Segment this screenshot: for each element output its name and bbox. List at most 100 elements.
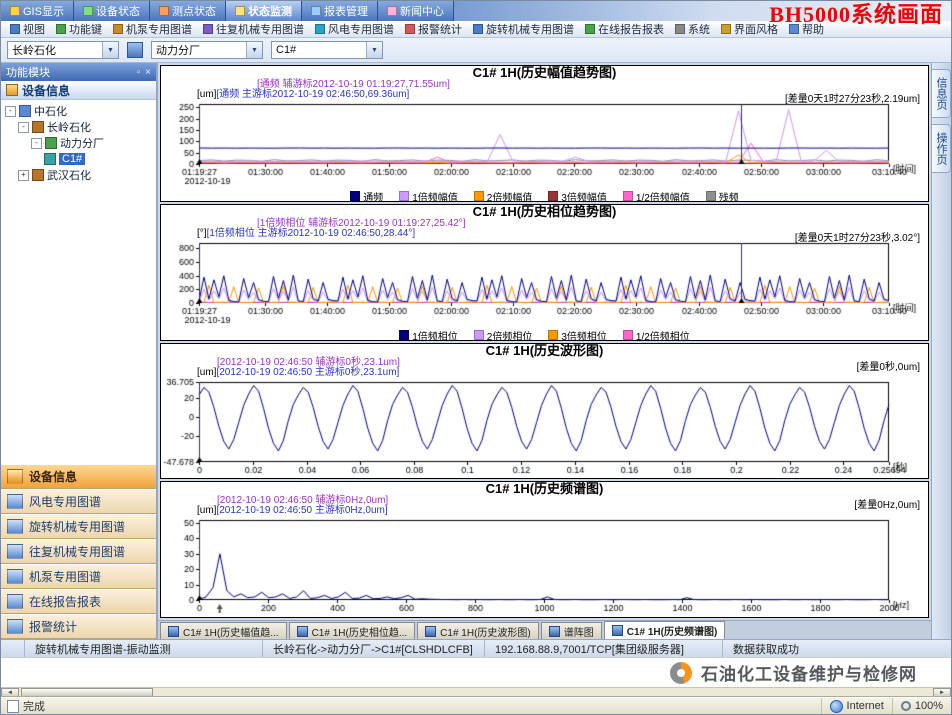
top-tab-状态监测[interactable]: 状态监测 [226, 1, 302, 21]
collapse-icon[interactable]: - [31, 138, 42, 149]
sidebar-button-icon [7, 594, 23, 609]
tree-item-武汉石化[interactable]: +武汉石化 [5, 167, 156, 183]
sidebar-button-label: 往复机械专用图谱 [29, 543, 125, 560]
chart-panel-waveform: C1# 1H(历史波形图)[2012-10-19 02:46:50 辅游标0秒,… [160, 343, 929, 480]
phase-trend-plot[interactable] [161, 239, 929, 329]
collapse-icon[interactable]: - [5, 106, 16, 117]
watermark-strip: 石油化工设备维护与检修网 [1, 657, 951, 687]
menu-item-label: 系统 [688, 21, 710, 37]
combo-select-长岭石化[interactable]: 长岭石化▼ [7, 41, 119, 59]
menu-item-系统[interactable]: 系统 [670, 21, 715, 37]
top-tab-GIS显示[interactable]: GIS显示 [1, 1, 74, 21]
chart-tab-icon [297, 626, 308, 637]
sidebar-button-机泵专用图谱[interactable]: 机泵专用图谱 [1, 564, 156, 589]
menu-item-label: 旋转机械专用图谱 [486, 21, 574, 37]
menu-item-在线报告报表[interactable]: 在线报告报表 [580, 21, 669, 37]
system-banner-title: BH5000系统画面 [769, 2, 943, 28]
zoom-icon [901, 701, 911, 711]
tree-node-icon [44, 153, 56, 165]
chart-column: C1# 1H(历史幅值趋势图)[通频 辅游标2012-10-19 01:19:2… [158, 63, 931, 639]
chevron-down-icon[interactable]: ▼ [366, 42, 382, 58]
combo-select-动力分厂[interactable]: 动力分厂 ▼ [151, 41, 263, 59]
legend-swatch [399, 330, 409, 340]
chevron-down-icon[interactable]: ▼ [102, 42, 118, 58]
tree-item-C1#[interactable]: C1# [5, 151, 156, 167]
menu-item-icon [721, 24, 731, 34]
top-tab-新闻中心[interactable]: 新闻中心 [378, 1, 454, 21]
legend-label: 3倍频幅值 [561, 193, 607, 202]
scrollbar-track[interactable] [153, 688, 933, 697]
status-segment-4: 数据获取成功 [723, 640, 951, 657]
tree-item-中石化[interactable]: - 中石化 [5, 103, 156, 119]
top-tab-label: 状态监测 [248, 3, 292, 19]
menu-item-往复机械专用图谱[interactable]: 往复机械专用图谱 [198, 21, 309, 37]
menu-item-报警统计[interactable]: 报警统计 [400, 21, 467, 37]
chart-panel-phase-trend: C1# 1H(历史相位趋势图)[1倍频相位 辅游标2012-10-19 01:1… [160, 204, 929, 341]
toolbar-icon [127, 42, 143, 58]
menu-item-label: 功能键 [69, 21, 102, 37]
scrollbar-thumb[interactable] [21, 688, 153, 697]
bottom-tab-C1# 1H(历史频谱图)[interactable]: C1# 1H(历史频谱图) [604, 621, 726, 639]
legend-swatch [399, 191, 409, 201]
top-tab-报表管理[interactable]: 报表管理 [302, 1, 378, 21]
scroll-right-icon[interactable]: ► [933, 688, 951, 697]
tree-item-长岭石化[interactable]: - 长岭石化 [5, 119, 156, 135]
top-tab-label: 报表管理 [324, 3, 368, 19]
side-tab-信息页[interactable]: 信息页 [932, 69, 951, 118]
legend-label: 通频 [363, 193, 383, 202]
menu-item-风电专用图谱[interactable]: 风电专用图谱 [310, 21, 399, 37]
sidebar-button-在线报告报表[interactable]: 在线报告报表 [1, 589, 156, 614]
top-tab-设备状态[interactable]: 设备状态 [74, 1, 150, 21]
bottom-tab-C1# 1H(历史波形图)[interactable]: C1# 1H(历史波形图) [417, 622, 539, 639]
menu-item-label: 报警统计 [418, 21, 462, 37]
chart-title-waveform: C1# 1H(历史波形图) [161, 344, 928, 358]
top-tab-label: GIS显示 [23, 3, 64, 19]
expand-icon[interactable]: + [18, 170, 29, 181]
combo-value: C1# [276, 44, 296, 56]
browser-zoom-cell[interactable]: 100% [892, 698, 951, 714]
y-axis-unit-label: [um] [197, 367, 216, 378]
bottom-tab-C1# 1H(历史相位趋...[interactable]: C1# 1H(历史相位趋... [289, 622, 416, 639]
chevron-down-icon[interactable]: ▼ [246, 42, 262, 58]
top-tab-测点状态[interactable]: 测点状态 [150, 1, 226, 21]
horizontal-scrollbar[interactable]: ◄ ► [1, 687, 951, 697]
bottom-tab-谱阵图[interactable]: 谱阵图 [541, 622, 602, 639]
function-module-panel: 功能模块 ▫ × 设备信息 -中石化-长岭石化-动力分厂C1#+武汉石化 设备信… [1, 63, 158, 639]
combo-select-C1#[interactable]: C1# ▼ [271, 41, 383, 59]
side-tab-操作页[interactable]: 操作页 [932, 124, 951, 173]
sidebar-button-报警统计[interactable]: 报警统计 [1, 614, 156, 639]
tree-node-label: 长岭石化 [47, 119, 91, 135]
sidebar-button-设备信息[interactable]: 设备信息 [1, 464, 156, 489]
device-info-icon [6, 84, 18, 96]
pin-icon[interactable]: ▫ [137, 67, 141, 78]
sidebar-button-icon [7, 619, 23, 634]
sidebar-button-往复机械专用图谱[interactable]: 往复机械专用图谱 [1, 539, 156, 564]
legend-swatch [623, 330, 633, 340]
sidebar-button-风电专用图谱[interactable]: 风电专用图谱 [1, 489, 156, 514]
combo-value: 动力分厂 [156, 42, 200, 58]
menu-item-机泵专用图谱[interactable]: 机泵专用图谱 [108, 21, 197, 37]
menu-item-旋转机械专用图谱[interactable]: 旋转机械专用图谱 [468, 21, 579, 37]
menu-item-功能键[interactable]: 功能键 [51, 21, 107, 37]
main-cursor-text: [2012-10-19 02:46:50 主游标0Hz,0um] [216, 505, 387, 516]
top-tabs-container: GIS显示设备状态测点状态 状态监测 报表管理新闻中心 [1, 1, 454, 21]
tree-item-动力分厂[interactable]: - 动力分厂 [5, 135, 156, 151]
sidebar-button-旋转机械专用图谱[interactable]: 旋转机械专用图谱 [1, 514, 156, 539]
menu-item-icon [315, 24, 325, 34]
menu-item-icon [585, 24, 595, 34]
menu-item-label: 机泵专用图谱 [126, 21, 192, 37]
spectrum-plot[interactable] [161, 516, 929, 618]
legend-label: 2倍频幅值 [487, 193, 533, 202]
legend-item-1/2倍频相位: 1/2倍频相位 [623, 328, 690, 341]
close-icon[interactable]: × [145, 67, 151, 78]
menu-item-视图[interactable]: 视图 [5, 21, 50, 37]
internet-globe-icon [830, 700, 843, 713]
collapse-icon[interactable]: - [18, 122, 29, 133]
tree-node-label: 中石化 [34, 103, 67, 119]
waveform-plot[interactable] [161, 378, 929, 480]
amplitude-trend-plot[interactable] [161, 100, 929, 190]
scroll-left-icon[interactable]: ◄ [1, 688, 19, 697]
tree-node-label: 动力分厂 [60, 135, 104, 151]
device-info-title: 设备信息 [22, 82, 70, 99]
bottom-tab-C1# 1H(历史幅值趋...[interactable]: C1# 1H(历史幅值趋... [160, 622, 287, 639]
